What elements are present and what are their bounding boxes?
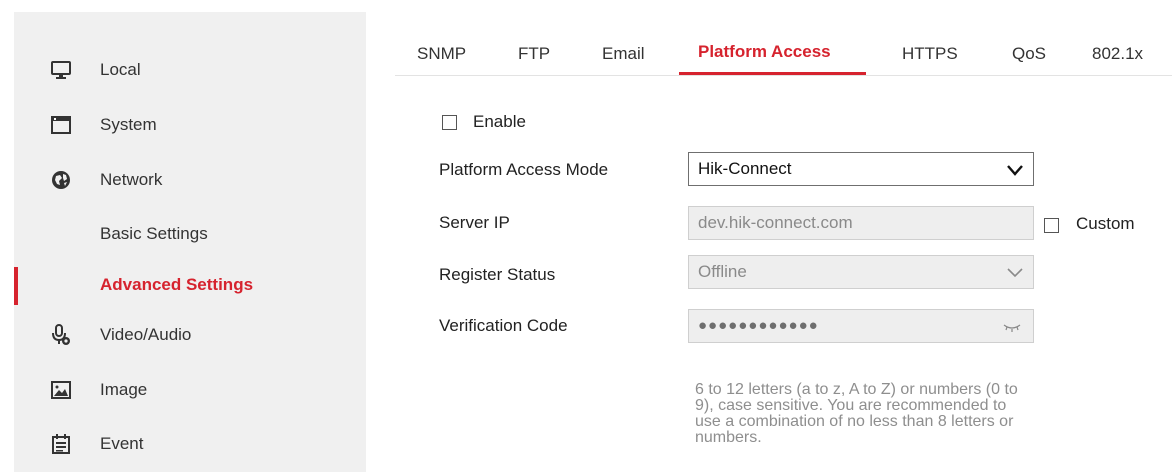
sidebar-item-local[interactable]: Local — [14, 50, 366, 90]
tab-snmp[interactable]: SNMP — [417, 44, 466, 64]
tab-802-1x[interactable]: 802.1x — [1092, 44, 1143, 64]
enable-label: Enable — [473, 112, 526, 131]
server-ip-field[interactable]: dev.hik-connect.com — [688, 206, 1034, 240]
mode-value: Hik-Connect — [698, 159, 792, 178]
register-status-label: Register Status — [439, 265, 556, 284]
enable-checkbox[interactable] — [442, 115, 457, 130]
sidebar-item-label: Video/Audio — [100, 325, 192, 344]
sidebar-item-event[interactable]: Event — [14, 424, 366, 464]
sidebar-item-system[interactable]: System — [14, 105, 366, 145]
window-icon — [50, 114, 72, 136]
tab-email[interactable]: Email — [602, 44, 645, 64]
sidebar-item-network[interactable]: Network — [14, 160, 366, 200]
monitor-icon — [50, 59, 72, 81]
sidebar-item-label: Basic Settings — [100, 224, 208, 243]
verification-code-field[interactable]: ●●●●●●●●●●●● — [688, 309, 1034, 343]
tab-https[interactable]: HTTPS — [902, 44, 958, 64]
microphone-icon — [50, 324, 72, 346]
mode-label: Platform Access Mode — [439, 160, 609, 179]
globe-icon — [50, 169, 72, 191]
tab-ftp[interactable]: FTP — [518, 44, 550, 64]
sidebar-item-label: Advanced Settings — [100, 275, 254, 294]
sidebar-item-image[interactable]: Image — [14, 370, 366, 410]
sidebar-item-label: Network — [100, 170, 163, 189]
tab-bar: SNMP FTP Email Platform Access HTTPS QoS… — [395, 36, 1172, 76]
page: Local System Network Basic Settings Adva… — [0, 0, 1172, 472]
sidebar-item-label: Local — [100, 60, 141, 79]
register-status-select[interactable]: Offline — [688, 255, 1034, 289]
verification-code-label: Verification Code — [439, 316, 568, 335]
calendar-icon — [50, 433, 72, 455]
verification-code-value: ●●●●●●●●●●●● — [698, 317, 819, 334]
server-ip-label: Server IP — [439, 213, 510, 232]
active-tab-indicator — [679, 72, 866, 75]
sidebar-item-basic-settings[interactable]: Basic Settings — [14, 214, 366, 254]
chevron-down-icon — [1007, 265, 1023, 285]
sidebar-item-label: System — [100, 115, 157, 134]
sidebar-item-label: Image — [100, 380, 148, 399]
register-status-value: Offline — [698, 262, 747, 281]
sidebar-item-label: Event — [100, 434, 144, 453]
eye-closed-icon[interactable] — [1003, 318, 1021, 338]
verification-code-hint: 6 to 12 letters (a to z, A to Z) or numb… — [695, 381, 1018, 446]
image-icon — [50, 379, 72, 401]
server-ip-value: dev.hik-connect.com — [698, 213, 853, 232]
tab-platform-access[interactable]: Platform Access — [698, 42, 831, 62]
platform-access-mode-select[interactable]: Hik-Connect — [688, 152, 1034, 186]
chevron-down-icon — [1007, 162, 1023, 182]
sidebar: Local System Network Basic Settings Adva… — [14, 12, 366, 472]
sidebar-item-advanced-settings[interactable]: Advanced Settings — [14, 265, 366, 305]
custom-checkbox[interactable] — [1044, 218, 1059, 233]
sidebar-item-video-audio[interactable]: Video/Audio — [14, 315, 366, 355]
tab-qos[interactable]: QoS — [1012, 44, 1046, 64]
custom-label: Custom — [1076, 214, 1135, 233]
